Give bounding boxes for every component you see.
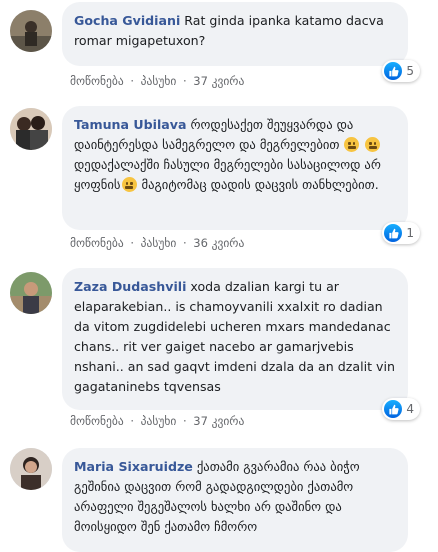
reaction-count[interactable]: 4 [382, 398, 420, 420]
comment-bubble: Tamuna Ubilava როდესაქეთ შეუყვარდა და დაი… [62, 106, 408, 230]
avatar[interactable] [10, 108, 52, 150]
comment-time[interactable]: 36 კვირა [193, 236, 244, 250]
reaction-number: 5 [406, 64, 414, 78]
avatar[interactable] [10, 448, 52, 490]
grinning-sweat-emoji [365, 137, 381, 152]
comment-text-part: მაგიტომაც დადის დაცვის თანხლებით. [141, 177, 379, 192]
comment-author[interactable]: Maria Sixaruidze [74, 459, 193, 474]
comment-actions: მოწონება · პასუხი · 37 კვირა [70, 414, 245, 428]
comment-author[interactable]: Gocha Gvidiani [74, 13, 180, 28]
comment-time[interactable]: 37 კვირა [193, 414, 244, 428]
like-icon [384, 62, 403, 80]
like-link[interactable]: მოწონება [70, 414, 124, 428]
grinning-sweat-emoji [344, 137, 360, 152]
comment-bubble: Gocha Gvidiani Rat ginda ipanka katamo da… [62, 2, 408, 66]
comment-author[interactable]: Zaza Dudashvili [74, 279, 186, 294]
reaction-count[interactable]: 1 [382, 222, 420, 244]
avatar[interactable] [10, 10, 52, 52]
reaction-number: 4 [406, 402, 414, 416]
comment-time[interactable]: 37 კვირა [193, 74, 244, 88]
comment-actions: მოწონება · პასუხი · 36 კვირა [70, 236, 245, 250]
grinning-sweat-emoji [121, 177, 137, 192]
like-link[interactable]: მოწონება [70, 74, 124, 88]
comment-author[interactable]: Tamuna Ubilava [74, 117, 186, 132]
like-icon [384, 224, 403, 242]
comment-bubble: Zaza Dudashvili xoda dzalian kargi tu ar … [62, 268, 408, 410]
reply-link[interactable]: პასუხი [141, 414, 177, 428]
like-link[interactable]: მოწონება [70, 236, 124, 250]
comment-text: xoda dzalian kargi tu ar elaparakebian..… [74, 279, 395, 394]
like-icon [384, 400, 403, 418]
comment-bubble: Maria Sixaruidze ქათამი გვარამია რაა ბიჭო… [62, 448, 408, 552]
reaction-count[interactable]: 5 [382, 60, 420, 82]
reply-link[interactable]: პასუხი [141, 74, 177, 88]
reaction-number: 1 [406, 226, 414, 240]
comment-actions: მოწონება · პასუხი · 37 კვირა [70, 74, 245, 88]
reply-link[interactable]: პასუხი [141, 236, 177, 250]
avatar[interactable] [10, 272, 52, 314]
